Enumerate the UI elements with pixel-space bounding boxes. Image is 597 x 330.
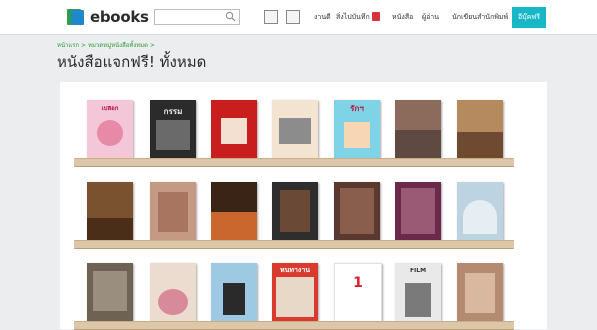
book-illustration	[280, 190, 310, 232]
nav-item-5[interactable]: นักเขียนสำนักพิมพ์	[452, 12, 508, 23]
book-illustration	[405, 283, 431, 317]
free-ebook-button[interactable]: อีบุ๊คฟรี	[512, 7, 546, 28]
book-title: 1	[353, 276, 363, 290]
top-navigation-bar: ebooks งานดี สิ่งไปบันทึก หนังสือ ผู้อ่า…	[0, 0, 597, 35]
book-cover[interactable]: กรรม	[150, 100, 196, 158]
book-title: หนทางาน	[279, 267, 311, 274]
book-cover[interactable]: เปลือก	[87, 100, 133, 158]
search-input[interactable]	[154, 9, 240, 25]
book-cover[interactable]	[211, 100, 257, 158]
book-title: กรรม	[163, 108, 183, 116]
page-title: หนังสือแจกฟรี! ทั้งหมด	[57, 53, 207, 71]
book-cover[interactable]	[334, 182, 380, 240]
book-cover[interactable]	[457, 100, 503, 158]
book-cover[interactable]	[150, 263, 196, 321]
book-cover[interactable]: หนทางาน	[272, 263, 318, 321]
book-illustration	[395, 130, 441, 158]
book-illustration	[223, 283, 245, 315]
book-cover[interactable]	[87, 182, 133, 240]
book-illustration	[211, 212, 257, 240]
book-illustration	[156, 120, 190, 150]
book-cover[interactable]	[87, 263, 133, 321]
menu-icon[interactable]	[264, 10, 278, 24]
nav-item-1[interactable]: งานดี	[314, 12, 331, 23]
book-logo-icon[interactable]	[66, 7, 86, 27]
book-cover[interactable]	[457, 263, 503, 321]
book-cover[interactable]	[150, 182, 196, 240]
book-title: รักฯ	[350, 105, 364, 113]
book-cover[interactable]: รักฯ	[334, 100, 380, 158]
nav-item-2[interactable]: สิ่งไปบันทึก	[336, 12, 370, 23]
book-title: เปลือก	[101, 106, 119, 112]
book-cover[interactable]	[272, 100, 318, 158]
book-illustration	[87, 218, 133, 240]
book-cover[interactable]	[395, 182, 441, 240]
book-cover[interactable]	[211, 182, 257, 240]
shelf	[74, 240, 514, 249]
book-illustration	[279, 118, 311, 144]
book-illustration	[457, 132, 503, 158]
nav-item-4[interactable]: ผู้อ่าน	[422, 12, 439, 23]
book-illustration	[158, 192, 188, 232]
book-cover[interactable]	[272, 182, 318, 240]
book-illustration	[463, 200, 497, 234]
book-illustration	[221, 118, 247, 144]
book-illustration	[276, 277, 314, 317]
book-illustration	[158, 289, 188, 315]
store-icon[interactable]	[286, 10, 300, 24]
book-cover[interactable]	[395, 100, 441, 158]
book-illustration	[93, 271, 127, 311]
shelf	[74, 158, 514, 167]
gift-icon	[372, 12, 380, 21]
breadcrumb[interactable]: หน้าแรก > หมวดหมู่หนังสือทั้งหมด >	[57, 40, 155, 50]
book-illustration	[344, 122, 370, 148]
nav-item-3[interactable]: หนังสือ	[392, 12, 413, 23]
book-illustration	[401, 188, 435, 234]
book-cover[interactable]	[457, 182, 503, 240]
book-illustration	[97, 120, 123, 146]
search-icon[interactable]	[225, 11, 236, 22]
book-cover[interactable]: FILM	[395, 263, 441, 321]
book-illustration	[340, 188, 374, 234]
book-cover[interactable]	[211, 263, 257, 321]
book-illustration	[465, 273, 495, 313]
book-cover[interactable]: 1	[334, 263, 382, 323]
book-title: FILM	[409, 268, 427, 274]
logo-text[interactable]: ebooks	[90, 8, 149, 26]
